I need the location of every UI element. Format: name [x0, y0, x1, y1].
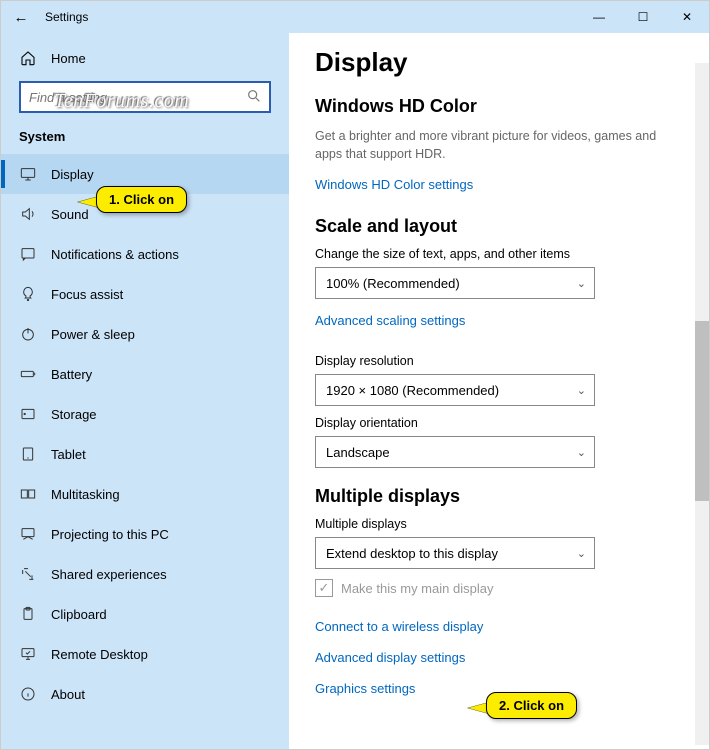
- chevron-down-icon: ⌄: [577, 547, 586, 560]
- chevron-down-icon: ⌄: [577, 446, 586, 459]
- scrollbar-thumb[interactable]: [695, 321, 709, 501]
- page-title: Display: [315, 47, 669, 78]
- chevron-down-icon: ⌄: [577, 384, 586, 397]
- sidebar-item-storage[interactable]: Storage: [1, 394, 289, 434]
- callout-2: 2. Click on: [486, 692, 577, 719]
- nav-icon: [19, 686, 37, 702]
- multi-label: Multiple displays: [315, 517, 669, 531]
- orientation-value: Landscape: [326, 445, 390, 460]
- sidebar-item-label: Sound: [51, 207, 89, 222]
- title-bar: ← Settings — ☐ ✕: [1, 1, 709, 33]
- callout-1: 1. Click on: [96, 186, 187, 213]
- sidebar-item-label: Storage: [51, 407, 97, 422]
- nav-icon: [19, 406, 37, 422]
- sidebar-item-label: Notifications & actions: [51, 247, 179, 262]
- minimize-button[interactable]: —: [577, 1, 621, 33]
- multi-select[interactable]: Extend desktop to this display ⌄: [315, 537, 595, 569]
- sidebar-item-shared-experiences[interactable]: Shared experiences: [1, 554, 289, 594]
- nav-icon: [19, 606, 37, 622]
- nav-icon: [19, 166, 37, 182]
- sidebar-home-label: Home: [51, 51, 86, 66]
- hdcolor-link[interactable]: Windows HD Color settings: [315, 177, 473, 192]
- sidebar-item-tablet[interactable]: Tablet: [1, 434, 289, 474]
- resolution-select[interactable]: 1920 × 1080 (Recommended) ⌄: [315, 374, 595, 406]
- nav-icon: [19, 446, 37, 462]
- sidebar-item-label: Tablet: [51, 447, 86, 462]
- sidebar-item-projecting-to-this-pc[interactable]: Projecting to this PC: [1, 514, 289, 554]
- sidebar-item-label: Clipboard: [51, 607, 107, 622]
- nav-icon: [19, 246, 37, 262]
- back-button[interactable]: ←: [1, 9, 41, 26]
- maximize-button[interactable]: ☐: [621, 1, 665, 33]
- sidebar-item-clipboard[interactable]: Clipboard: [1, 594, 289, 634]
- main-display-checkbox-label: Make this my main display: [341, 581, 493, 596]
- sidebar-item-focus-assist[interactable]: Focus assist: [1, 274, 289, 314]
- chevron-down-icon: ⌄: [577, 277, 586, 290]
- search-input-wrap[interactable]: [19, 81, 271, 113]
- search-icon: [239, 88, 269, 107]
- text-size-select[interactable]: 100% (Recommended) ⌄: [315, 267, 595, 299]
- sidebar-item-label: Focus assist: [51, 287, 123, 302]
- advanced-display-link[interactable]: Advanced display settings: [315, 650, 465, 665]
- main-display-checkbox: ✓: [315, 579, 333, 597]
- search-input[interactable]: [21, 90, 239, 105]
- window-title: Settings: [41, 10, 577, 24]
- sidebar-item-battery[interactable]: Battery: [1, 354, 289, 394]
- nav-icon: [19, 646, 37, 662]
- sidebar-item-notifications-actions[interactable]: Notifications & actions: [1, 234, 289, 274]
- nav-icon: [19, 526, 37, 542]
- sidebar-item-label: Multitasking: [51, 487, 120, 502]
- close-button[interactable]: ✕: [665, 1, 709, 33]
- orientation-select[interactable]: Landscape ⌄: [315, 436, 595, 468]
- sidebar-item-label: Shared experiences: [51, 567, 167, 582]
- text-size-value: 100% (Recommended): [326, 276, 460, 291]
- graphics-settings-link[interactable]: Graphics settings: [315, 681, 415, 696]
- resolution-label: Display resolution: [315, 354, 669, 368]
- sidebar-item-label: Battery: [51, 367, 92, 382]
- sidebar-item-label: Power & sleep: [51, 327, 135, 342]
- sidebar-item-label: About: [51, 687, 85, 702]
- sidebar-item-label: Remote Desktop: [51, 647, 148, 662]
- nav-icon: [19, 286, 37, 302]
- sidebar-home[interactable]: Home: [1, 39, 289, 77]
- nav-icon: [19, 486, 37, 502]
- sidebar-item-power-sleep[interactable]: Power & sleep: [1, 314, 289, 354]
- resolution-value: 1920 × 1080 (Recommended): [326, 383, 499, 398]
- hdcolor-desc: Get a brighter and more vibrant picture …: [315, 127, 669, 163]
- wireless-display-link[interactable]: Connect to a wireless display: [315, 619, 483, 634]
- sidebar: Home System Display Sound Notifications & …: [1, 33, 289, 749]
- sidebar-item-multitasking[interactable]: Multitasking: [1, 474, 289, 514]
- main-panel: Display Windows HD Color Get a brighter …: [289, 33, 709, 749]
- nav-icon: [19, 366, 37, 382]
- sidebar-item-remote-desktop[interactable]: Remote Desktop: [1, 634, 289, 674]
- nav-icon: [19, 326, 37, 342]
- sidebar-item-label: Display: [51, 167, 94, 182]
- hdcolor-heading: Windows HD Color: [315, 96, 669, 117]
- sidebar-item-about[interactable]: About: [1, 674, 289, 714]
- nav-icon: [19, 566, 37, 582]
- nav-icon: [19, 206, 37, 222]
- advanced-scaling-link[interactable]: Advanced scaling settings: [315, 313, 465, 328]
- multi-value: Extend desktop to this display: [326, 546, 498, 561]
- multi-heading: Multiple displays: [315, 486, 669, 507]
- sidebar-section-label: System: [1, 123, 289, 154]
- scale-heading: Scale and layout: [315, 216, 669, 237]
- main-display-checkbox-row: ✓ Make this my main display: [315, 579, 669, 597]
- orientation-label: Display orientation: [315, 416, 669, 430]
- text-size-label: Change the size of text, apps, and other…: [315, 247, 669, 261]
- home-icon: [19, 50, 37, 66]
- sidebar-item-label: Projecting to this PC: [51, 527, 169, 542]
